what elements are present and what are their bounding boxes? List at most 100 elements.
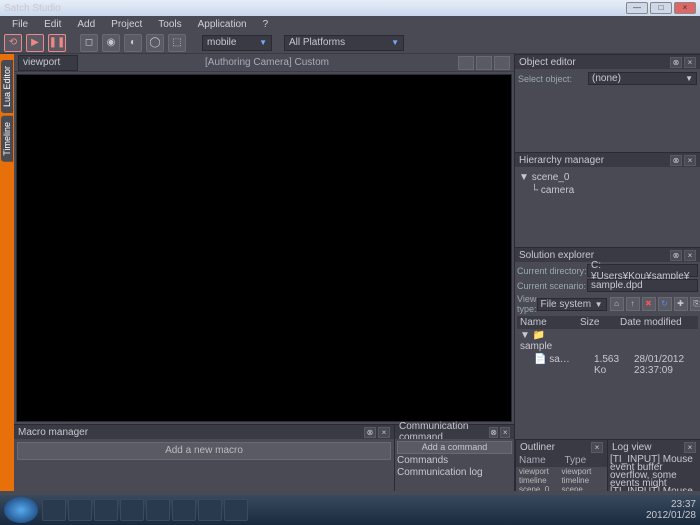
tray-date: 2012/01/28 [646,510,696,521]
taskbar-app-icon[interactable] [198,499,222,521]
comm-close-icon[interactable]: × [500,427,510,438]
curdir-field[interactable]: C:¥Users¥Kou¥sample¥ [587,264,698,277]
menu-project[interactable]: Project [103,17,150,32]
menu-file[interactable]: File [4,17,36,32]
platforms-dropdown[interactable]: All Platforms▼ [284,35,404,51]
tool-button-3[interactable]: ◐ [124,34,142,52]
menu-edit[interactable]: Edit [36,17,69,32]
select-object-label: Select object: [518,74,588,84]
solution-body: Current directory:C:¥Users¥Kou¥sample¥ C… [515,262,700,439]
list-item[interactable]: scene_0scene [516,485,607,491]
comm-panel-header: Communication command ⊗ × [395,424,514,439]
hier-close-icon[interactable]: × [684,155,696,166]
menu-bar: File Edit Add Project Tools Application … [0,16,700,32]
viewtype-dropdown[interactable]: File system▼ [537,298,607,311]
log-close-icon[interactable]: × [684,442,696,453]
sol-icon-copy[interactable]: ⎘ [690,297,700,311]
tray-time: 23:37 [646,499,696,510]
solution-table-header: NameSizeDate modified [517,316,698,329]
start-button[interactable] [4,497,38,523]
tool-button-4[interactable]: ◯ [146,34,164,52]
menu-help[interactable]: ? [255,17,277,32]
macro-close-icon[interactable]: × [378,427,390,438]
objed-close-icon[interactable]: × [684,57,696,68]
tool-button-1[interactable]: ◻ [80,34,98,52]
out-close-icon[interactable]: × [591,442,603,453]
list-item[interactable]: viewportviewport [516,467,607,476]
tree-node-camera[interactable]: └ camera [519,184,696,197]
minimize-button[interactable]: — [626,2,648,14]
tree-node-scene[interactable]: ▼ scene_0 [519,171,696,184]
select-object-dropdown[interactable]: (none)▼ [588,72,697,85]
main-toolbar: ⟲ ▶ ❚❚ ◻ ◉ ◐ ◯ ⬚ mobile▼ All Platforms▼ [0,32,700,54]
play-button[interactable]: ▶ [26,34,44,52]
logview-header: Log view × [608,439,700,454]
pause-button[interactable]: ❚❚ [48,34,66,52]
macro-panel-header: Macro manager ⊗ × [14,424,394,439]
logview-body: [TI_INPUT] Mouse event buffer overflow, … [608,454,700,491]
comm-panel-body: Add a command Commands Communication log [395,439,514,491]
object-editor-header: Object editor ⊗ × [515,54,700,69]
viewport-3d[interactable] [16,74,512,422]
viewport-tab-dropdown[interactable]: viewport [18,55,78,71]
macro-title: Macro manager [18,427,88,438]
hierarchy-header: Hierarchy manager ⊗ × [515,152,700,167]
sol-icon-delete[interactable]: ✖ [642,297,656,311]
system-tray[interactable]: 23:37 2012/01/28 [646,499,696,521]
hier-pin-icon[interactable]: ⊗ [670,155,682,166]
taskbar-app-icon[interactable] [120,499,144,521]
side-tab-strip: Lua Editor Timeline [0,54,14,491]
platform-target-dropdown[interactable]: mobile▼ [202,35,272,51]
taskbar-media-icon[interactable] [94,499,118,521]
camera-label: [Authoring Camera] Custom [78,57,456,68]
tool-button-2[interactable]: ◉ [102,34,120,52]
table-row[interactable]: 📄 sa…1.563 Ko28/01/2012 23:37:09 [517,353,698,377]
outliner-header: Outliner × [516,439,607,454]
taskbar-explorer-icon[interactable] [68,499,92,521]
solution-title: Solution explorer [519,250,594,261]
hierarchy-title: Hierarchy manager [519,155,604,166]
viewport-header: viewport [Authoring Camera] Custom [14,54,514,72]
hierarchy-body: ▼ scene_0 └ camera [515,167,700,247]
taskbar-app-icon[interactable] [146,499,170,521]
macro-pin-icon[interactable]: ⊗ [364,427,376,438]
sidetab-lua-editor[interactable]: Lua Editor [1,60,13,113]
curdir-label: Current directory: [517,266,587,276]
object-editor-title: Object editor [519,57,576,68]
tool-button-5[interactable]: ⬚ [168,34,186,52]
commlog-label: Communication log [397,467,483,478]
comm-pin-icon[interactable]: ⊗ [489,427,499,438]
sidetab-timeline[interactable]: Timeline [1,116,13,162]
viewport-btn-3[interactable] [494,56,510,70]
object-editor-body: Select object: (none)▼ [515,69,700,152]
objed-pin-icon[interactable]: ⊗ [670,57,682,68]
taskbar-chrome-icon[interactable] [172,499,196,521]
menu-add[interactable]: Add [69,17,103,32]
add-macro-button[interactable]: Add a new macro [17,442,391,460]
sol-icon-up[interactable]: ↑ [626,297,640,311]
sol-icon-refresh[interactable]: ↻ [658,297,672,311]
sol-icon-new[interactable]: ✚ [674,297,688,311]
add-command-button[interactable]: Add a command [397,441,512,454]
scenario-field[interactable]: sample.dpd [587,279,698,292]
rewind-button[interactable]: ⟲ [4,34,22,52]
viewport-btn-2[interactable] [476,56,492,70]
list-item[interactable]: timelinetimeline [516,476,607,485]
outliner-title: Outliner [520,442,555,453]
windows-taskbar: 23:37 2012/01/28 [0,495,700,525]
log-line: [TI_INPUT] Mouse event buffer overflow, … [610,456,698,488]
window-titlebar: Satch Studio — □ × [0,0,700,16]
table-row[interactable]: ▼ 📁 sample [517,329,698,353]
menu-tools[interactable]: Tools [150,17,189,32]
taskbar-ie-icon[interactable] [42,499,66,521]
scenario-label: Current scenario: [517,281,587,291]
taskbar-app-icon[interactable] [224,499,248,521]
viewport-btn-1[interactable] [458,56,474,70]
viewtype-label: View type: [517,294,537,314]
window-title: Satch Studio [4,3,61,14]
sol-icon-home[interactable]: ⌂ [610,297,624,311]
menu-application[interactable]: Application [190,17,255,32]
maximize-button[interactable]: □ [650,2,672,14]
close-button[interactable]: × [674,2,696,14]
outliner-body: NameType viewportviewport timelinetimeli… [516,454,607,491]
